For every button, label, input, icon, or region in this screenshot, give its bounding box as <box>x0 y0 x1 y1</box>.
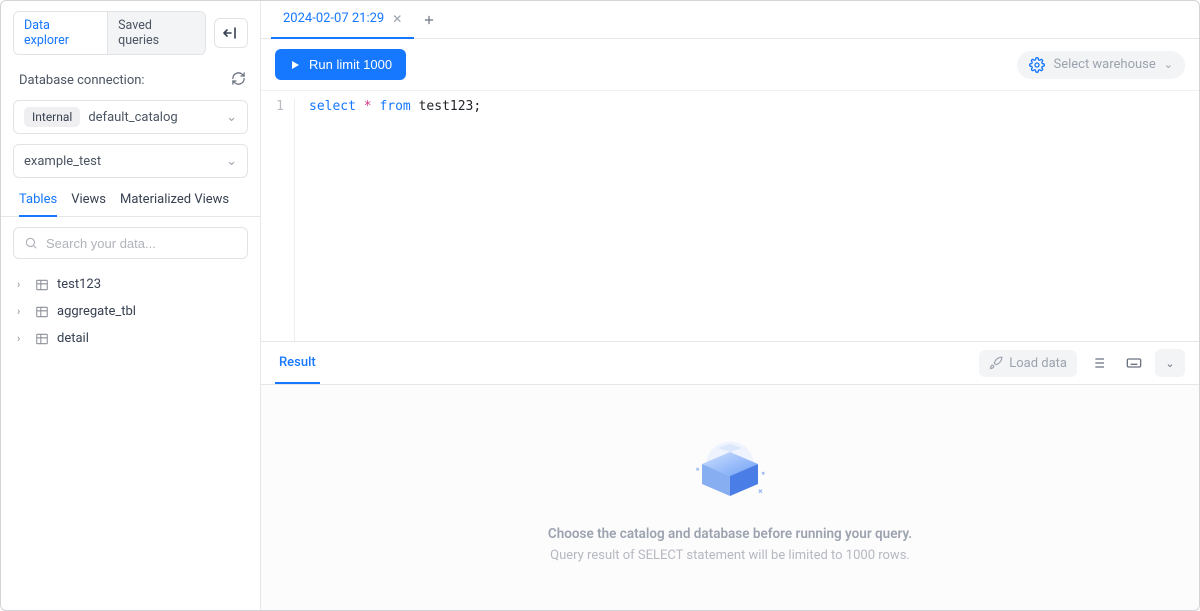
table-name: detail <box>57 331 89 346</box>
sql-editor[interactable]: 1 select * from test123; <box>261 91 1199 341</box>
chevron-down-icon: ⌄ <box>1165 357 1174 370</box>
load-data-button[interactable]: Load data <box>979 350 1077 377</box>
chevron-right-icon: › <box>17 332 27 345</box>
result-tab[interactable]: Result <box>275 343 320 384</box>
editor-toolbar: Run limit 1000 Select warehouse ⌄ <box>261 39 1199 91</box>
plus-icon <box>422 13 436 27</box>
run-button[interactable]: Run limit 1000 <box>275 49 406 80</box>
table-row[interactable]: › detail <box>11 325 250 352</box>
editor-tabstrip: 2024-02-07 21:29 ✕ <box>261 1 1199 39</box>
collapse-icon <box>223 26 239 40</box>
rocket-icon <box>989 356 1003 370</box>
sql-identifier: test123; <box>419 99 482 114</box>
result-toolbar: Result Load data ⌄ <box>261 341 1199 385</box>
table-icon <box>35 332 49 346</box>
catalog-select[interactable]: Internal default_catalog ⌄ <box>13 100 248 134</box>
table-row[interactable]: › test123 <box>11 271 250 298</box>
table-row[interactable]: › aggregate_tbl <box>11 298 250 325</box>
chevron-right-icon: › <box>17 278 27 291</box>
subtab-views[interactable]: Views <box>71 192 106 216</box>
more-menu-button[interactable]: ⌄ <box>1155 349 1185 377</box>
chevron-down-icon: ⌄ <box>1164 58 1173 71</box>
search-box[interactable] <box>13 227 248 259</box>
chevron-down-icon: ⌄ <box>226 110 237 125</box>
tables-tree: › test123 › aggregate_tbl › detail <box>1 269 260 354</box>
warehouse-label: Select warehouse <box>1053 57 1155 72</box>
table-icon <box>35 305 49 319</box>
sidebar: Data explorer Saved queries Database con… <box>1 1 261 610</box>
connection-label: Database connection: <box>19 73 145 88</box>
object-type-tabs: Tables Views Materialized Views <box>1 184 260 217</box>
sql-keyword: from <box>379 99 410 114</box>
search-icon <box>24 236 38 250</box>
main-panel: 2024-02-07 21:29 ✕ Run limit 1000 Select… <box>261 1 1199 610</box>
list-icon <box>1090 355 1106 371</box>
editor-tab-label: 2024-02-07 21:29 <box>283 11 384 26</box>
editor-tab[interactable]: 2024-02-07 21:29 ✕ <box>271 1 414 39</box>
keyboard-icon <box>1126 355 1142 371</box>
close-tab-button[interactable]: ✕ <box>392 12 402 26</box>
keyboard-button[interactable] <box>1119 349 1149 377</box>
table-icon <box>35 278 49 292</box>
run-button-label: Run limit 1000 <box>309 57 392 72</box>
play-icon <box>289 59 301 71</box>
empty-title: Choose the catalog and database before r… <box>548 526 912 542</box>
sql-keyword: select <box>309 99 356 114</box>
chevron-right-icon: › <box>17 305 27 318</box>
catalog-value: default_catalog <box>88 110 177 125</box>
sidebar-mode-tabs: Data explorer Saved queries <box>13 11 206 55</box>
catalog-type-pill: Internal <box>24 107 80 127</box>
schema-select[interactable]: example_test ⌄ <box>13 144 248 178</box>
collapse-sidebar-button[interactable] <box>214 18 248 48</box>
format-rows-button[interactable] <box>1083 349 1113 377</box>
empty-box-illustration <box>680 432 780 512</box>
table-name: test123 <box>57 277 101 292</box>
tab-data-explorer[interactable]: Data explorer <box>14 12 107 54</box>
line-gutter: 1 <box>261 99 295 341</box>
table-name: aggregate_tbl <box>57 304 136 319</box>
empty-subtitle: Query result of SELECT statement will be… <box>550 548 910 563</box>
subtab-materialized-views[interactable]: Materialized Views <box>120 192 229 216</box>
tab-saved-queries[interactable]: Saved queries <box>107 12 205 54</box>
code-line[interactable]: select * from test123; <box>295 99 481 341</box>
load-data-label: Load data <box>1009 356 1067 371</box>
result-empty-state: Choose the catalog and database before r… <box>261 385 1199 610</box>
subtab-tables[interactable]: Tables <box>19 192 57 217</box>
add-tab-button[interactable] <box>414 13 444 27</box>
refresh-icon <box>231 71 246 86</box>
warehouse-select[interactable]: Select warehouse ⌄ <box>1017 51 1185 79</box>
chevron-down-icon: ⌄ <box>226 154 237 169</box>
gear-icon <box>1029 57 1045 73</box>
line-number: 1 <box>261 99 284 114</box>
sql-operator: * <box>364 99 372 114</box>
search-input[interactable] <box>46 236 237 251</box>
schema-value: example_test <box>24 154 101 169</box>
refresh-button[interactable] <box>231 71 246 90</box>
